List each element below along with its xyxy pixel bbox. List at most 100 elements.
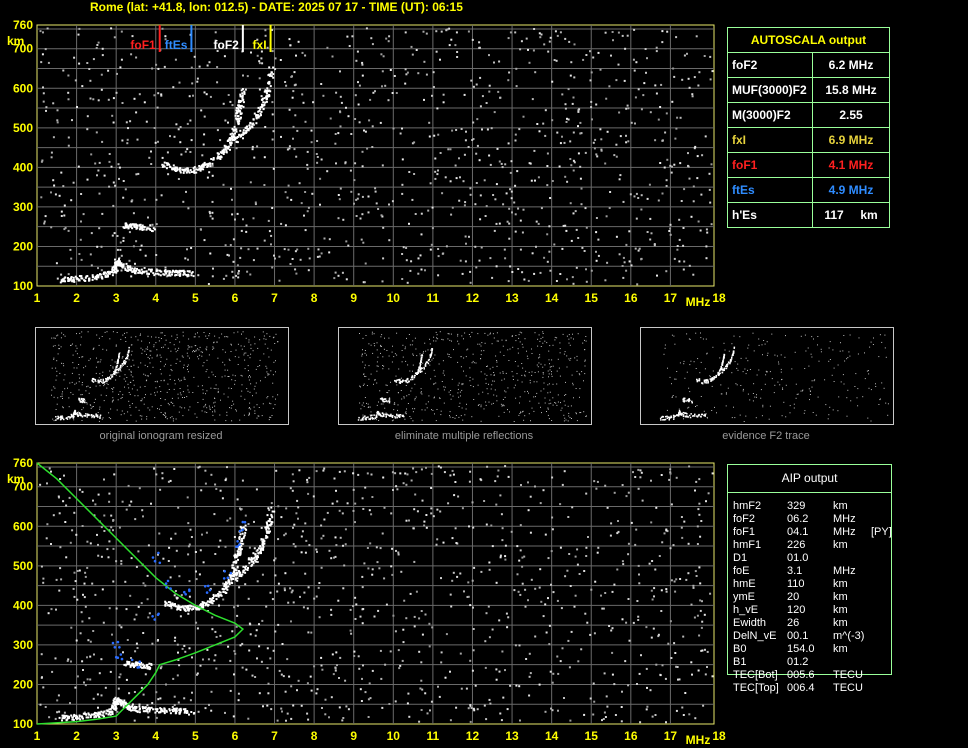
noise-point — [106, 331, 108, 333]
noise-point — [704, 673, 707, 676]
noise-point — [668, 478, 671, 481]
noise-point — [57, 334, 59, 336]
noise-point — [428, 622, 431, 625]
trace-point — [99, 380, 102, 382]
noise-point — [538, 362, 540, 364]
noise-point — [488, 698, 491, 701]
noise-point — [210, 709, 213, 712]
noise-point — [82, 407, 84, 409]
x-tick-label: 18 — [712, 729, 726, 743]
noise-point — [171, 706, 174, 708]
trace-point — [154, 708, 157, 711]
noise-point — [204, 469, 207, 472]
noise-point — [136, 647, 139, 649]
scaled-trace-point — [188, 588, 191, 591]
noise-point — [192, 392, 194, 393]
noise-point — [621, 484, 624, 486]
noise-point — [286, 658, 289, 661]
noise-point — [139, 386, 141, 388]
noise-point — [339, 656, 342, 659]
noise-point — [205, 403, 207, 405]
x-tick-label: 14 — [545, 729, 559, 743]
noise-point — [206, 359, 208, 361]
noise-point — [131, 388, 133, 390]
noise-point — [303, 591, 306, 594]
noise-point — [285, 507, 288, 510]
noise-point — [413, 508, 416, 511]
trace-point — [72, 417, 75, 419]
noise-point — [226, 466, 228, 469]
trace-point — [136, 710, 139, 713]
noise-point — [440, 651, 443, 654]
noise-point — [469, 380, 471, 382]
trace-point — [129, 664, 132, 667]
noise-point — [233, 332, 235, 334]
noise-point — [579, 374, 581, 376]
noise-point — [262, 403, 264, 405]
noise-point — [144, 374, 146, 376]
noise-point — [81, 490, 84, 493]
noise-point — [171, 370, 173, 372]
noise-point — [637, 619, 640, 621]
noise-point — [485, 404, 487, 406]
noise-point — [169, 479, 172, 482]
noise-point — [227, 369, 229, 371]
noise-point — [366, 472, 369, 475]
noise-point — [547, 407, 549, 409]
trace-point — [118, 354, 120, 357]
noise-point — [250, 344, 252, 346]
noise-point — [100, 658, 103, 661]
noise-point — [205, 371, 207, 373]
noise-point — [536, 381, 538, 383]
noise-point — [140, 347, 142, 349]
noise-point — [97, 554, 100, 557]
noise-point — [469, 367, 471, 369]
noise-point — [516, 573, 519, 576]
trace-point — [133, 666, 135, 669]
noise-point — [577, 660, 580, 663]
trace-point — [266, 514, 269, 517]
noise-point — [674, 652, 677, 654]
noise-point — [335, 489, 337, 492]
noise-point — [469, 604, 472, 607]
noise-point — [269, 335, 271, 337]
noise-point — [130, 414, 132, 416]
noise-point — [72, 354, 74, 356]
noise-point — [108, 492, 111, 495]
noise-point — [173, 639, 176, 642]
noise-point — [393, 409, 395, 411]
noise-point — [249, 414, 250, 416]
noise-point — [109, 370, 111, 372]
noise-point — [255, 382, 257, 384]
noise-point — [247, 390, 249, 392]
noise-point — [212, 346, 214, 348]
noise-point — [528, 371, 530, 373]
noise-point — [183, 364, 185, 366]
noise-point — [672, 544, 675, 547]
noise-point — [79, 632, 82, 635]
noise-point — [424, 342, 426, 344]
noise-point — [60, 578, 63, 581]
noise-point — [187, 385, 189, 387]
noise-point — [248, 379, 250, 381]
trace-point — [252, 552, 255, 555]
trace-point — [172, 710, 174, 713]
noise-point — [182, 331, 184, 333]
noise-point — [240, 508, 243, 511]
trace-point — [74, 409, 76, 412]
noise-point — [354, 618, 357, 620]
noise-point — [507, 409, 508, 411]
noise-point — [378, 567, 381, 570]
noise-point — [290, 591, 293, 594]
noise-point — [61, 393, 63, 395]
noise-point — [542, 331, 544, 333]
noise-point — [366, 547, 369, 549]
noise-point — [525, 370, 527, 372]
noise-point — [376, 342, 378, 344]
noise-point — [160, 398, 162, 399]
noise-point — [519, 549, 522, 552]
noise-point — [219, 489, 222, 492]
noise-point — [458, 343, 460, 345]
noise-point — [404, 412, 406, 414]
noise-point — [589, 697, 592, 700]
